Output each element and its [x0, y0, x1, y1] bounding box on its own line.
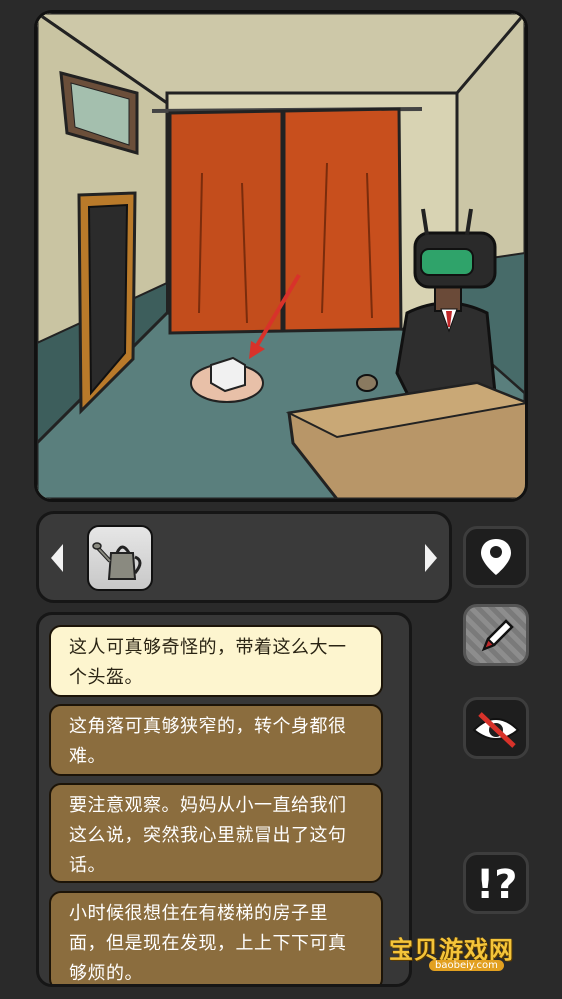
game-scene[interactable]	[34, 10, 528, 502]
watering-can-icon	[92, 542, 142, 580]
inventory-slot-watering-can[interactable]	[87, 525, 153, 591]
watermark-url: baobeiy.com	[429, 960, 504, 971]
toggle-eye-button[interactable]	[463, 697, 529, 759]
thought-item[interactable]: 小时候很想住在有楼梯的房子里面，但是现在发现，上上下下可真够烦的。	[49, 891, 383, 984]
thought-item[interactable]: 要注意观察。妈妈从小一直给我们这么说，突然我心里就冒出了这句话。	[49, 783, 383, 883]
inventory-bar	[36, 511, 452, 603]
hint-button[interactable]: !?	[463, 852, 529, 914]
inventory-prev-button[interactable]	[51, 544, 63, 572]
site-watermark: 宝贝游戏网 baobeiy.com	[387, 912, 537, 974]
eye-crossed-icon	[472, 712, 520, 748]
thought-item[interactable]: 这角落可真够狭窄的，转个身都很难。	[49, 704, 383, 776]
pencil-icon	[481, 619, 514, 652]
room-illustration	[37, 13, 525, 499]
map-button[interactable]	[463, 526, 529, 588]
thought-item[interactable]: 这人可真够奇怪的，带着这么大一个头盔。	[49, 625, 383, 697]
svg-text:!?: !?	[476, 862, 517, 908]
exclamation-question-icon: !?	[476, 862, 517, 908]
thoughts-panel: 这人可真够奇怪的，带着这么大一个头盔。 这角落可真够狭窄的，转个身都很难。 要注…	[36, 612, 412, 987]
inventory-next-button[interactable]	[425, 544, 437, 572]
notes-button[interactable]	[463, 604, 529, 666]
map-pin-icon	[481, 539, 511, 575]
